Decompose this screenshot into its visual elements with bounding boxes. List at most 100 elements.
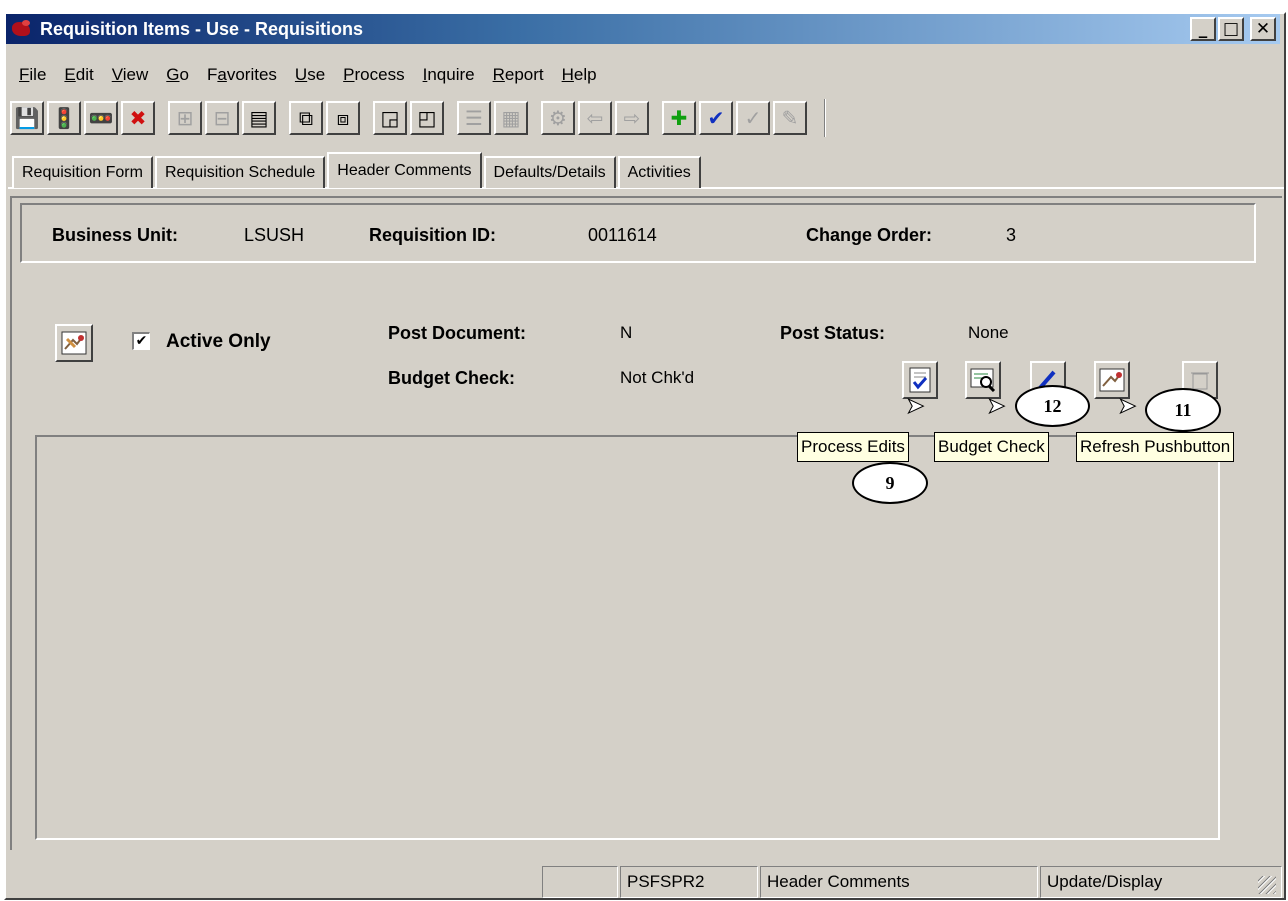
menu-item[interactable]: Favorites [198, 62, 286, 88]
pencil-button[interactable]: ✎ [773, 101, 807, 135]
traffic-light-alert-icon: 🚥 [88, 106, 114, 130]
change-order-label: Change Order: [806, 225, 933, 245]
previous-in-list-button[interactable]: ◰ [410, 101, 444, 135]
tab-defaults-details[interactable]: Defaults/Details [483, 156, 616, 188]
app-logo-icon [10, 18, 34, 40]
insert-row-button[interactable]: ⊞ [168, 101, 202, 135]
menu-accelerator: R [492, 65, 505, 84]
callout-9: 9 [852, 462, 928, 504]
callout-11: 11 [1145, 388, 1221, 432]
window-controls: _ □ ✕ [1190, 17, 1276, 41]
callout-12: 12 [1015, 385, 1090, 427]
change-order-value: 3 [1006, 225, 1017, 245]
post-document-value: N [620, 323, 633, 342]
refresh-icon [61, 331, 87, 355]
tooltip-budget-check: Budget Check [934, 432, 1049, 462]
active-only-label: Active Only [166, 331, 271, 352]
requisition-id-label: Requisition ID: [369, 225, 496, 245]
budget-check-label: Budget Check: [388, 368, 516, 388]
toolbar: 💾 🚦 🚥 ✖ ⊞ ⊟ ▤ ⧉ ⧈ ◲ ◰ ☰ ▦ ⚙ ⇦ ⇨ ✚ ✔ ✓ ✎ [10, 97, 826, 139]
menu-accelerator: H [561, 65, 574, 84]
comments-grid[interactable] [35, 435, 1220, 840]
menu-item[interactable]: Report [484, 62, 553, 88]
menu-label-part: ile [29, 65, 47, 84]
save-icon: 💾 [14, 106, 40, 130]
forward-arrow-icon: ⇨ [623, 106, 641, 130]
process-edits-icon [909, 367, 931, 393]
menu-accelerator: U [294, 65, 308, 84]
status-mode: Update/Display [1040, 866, 1282, 898]
grid-button[interactable]: ▦ [494, 101, 528, 135]
status-bar: PSFSPR2 Header Comments Update/Display [10, 866, 1282, 898]
minimize-button[interactable]: _ [1190, 17, 1216, 41]
menu-label-part: dit [75, 65, 94, 84]
menu-item[interactable]: Edit [55, 62, 102, 88]
tab-requisition-schedule[interactable]: Requisition Schedule [154, 156, 326, 188]
menu-item[interactable]: Process [334, 62, 413, 88]
trash-icon [1191, 372, 1209, 390]
tooltip-refresh-pushbutton: Refresh Pushbutton [1076, 432, 1235, 462]
tab-requisition-form[interactable]: Requisition Form [12, 156, 153, 188]
menu-accelerator: a [217, 65, 227, 84]
traffic-light-alert-button[interactable]: 🚥 [84, 101, 118, 135]
traffic-light-button[interactable]: 🚦 [47, 101, 81, 135]
menu-accelerator: V [111, 65, 123, 84]
checkmark-icon: ✔ [707, 106, 725, 130]
refresh-button[interactable] [55, 324, 93, 362]
save-button[interactable]: 💾 [10, 101, 44, 135]
mouse-cursor-icon: ➤ [1117, 394, 1137, 419]
delete-row-icon: ⊟ [213, 106, 231, 130]
view-all-icon: ▤ [249, 106, 269, 130]
list-button[interactable]: ☰ [457, 101, 491, 135]
mouse-cursor-icon: ➤ [905, 394, 925, 419]
checkmark-button[interactable]: ✔ [699, 101, 733, 135]
close-button[interactable]: ✕ [1250, 17, 1276, 41]
gear-button[interactable]: ⚙ [541, 101, 575, 135]
forward-arrow-button[interactable]: ⇨ [615, 101, 649, 135]
check-plus-icon: ✓ [744, 106, 762, 130]
menu-label-part: vorites [226, 65, 277, 84]
menu-label-part: nquire [427, 65, 475, 84]
menu-accelerator: F [19, 65, 30, 84]
add-button[interactable]: ✚ [662, 101, 696, 135]
requisition-header-panel: Business Unit: LSUSH Requisition ID: 001… [20, 203, 1256, 263]
menu-label-part: F [206, 65, 218, 84]
menu-accelerator: P [343, 65, 355, 84]
menu-item[interactable]: Use [286, 62, 334, 88]
menu-bar: File Edit View Go Favorites Use Process Inquire… [10, 62, 606, 88]
view-all-button[interactable]: ▤ [242, 101, 276, 135]
menu-item[interactable]: Go [157, 62, 198, 88]
resize-grip[interactable] [1258, 876, 1276, 894]
menu-item[interactable]: View [103, 62, 158, 88]
maximize-button[interactable]: □ [1218, 17, 1244, 41]
cancel-icon: ✖ [129, 106, 147, 130]
tab-activities[interactable]: Activities [617, 156, 701, 188]
grid-icon: ▦ [501, 106, 521, 130]
check-plus-button[interactable]: ✓ [736, 101, 770, 135]
previous-page-button[interactable]: ⧈ [326, 101, 360, 135]
budget-check-icon [970, 368, 996, 392]
gear-icon: ⚙ [549, 106, 567, 130]
next-page-button[interactable]: ⧉ [289, 101, 323, 135]
active-only-checkbox[interactable]: ✔ [132, 332, 150, 350]
menu-item[interactable]: Help [553, 62, 606, 88]
tab-header-comments[interactable]: Header Comments [327, 152, 482, 188]
requisition-id-value: 0011614 [588, 225, 657, 245]
menu-accelerator: G [166, 65, 180, 84]
menu-item[interactable]: File [10, 62, 55, 88]
list-icon: ☰ [465, 106, 483, 130]
menu-item[interactable]: Inquire [414, 62, 484, 88]
title-bar[interactable]: Requisition Items - Use - Requisitions _… [6, 14, 1280, 44]
status-server: PSFSPR2 [620, 866, 758, 898]
menu-accelerator: E [64, 65, 76, 84]
cancel-button[interactable]: ✖ [121, 101, 155, 135]
delete-row-button[interactable]: ⊟ [205, 101, 239, 135]
back-arrow-button[interactable]: ⇦ [578, 101, 612, 135]
insert-row-icon: ⊞ [176, 106, 194, 130]
next-in-list-button[interactable]: ◲ [373, 101, 407, 135]
tooltip-process-edits: Process Edits [797, 432, 909, 462]
next-in-list-icon: ◲ [380, 106, 400, 130]
menu-label-part: eport [504, 65, 544, 84]
menu-label-part: o [179, 65, 189, 84]
status-cell-empty [542, 866, 618, 898]
